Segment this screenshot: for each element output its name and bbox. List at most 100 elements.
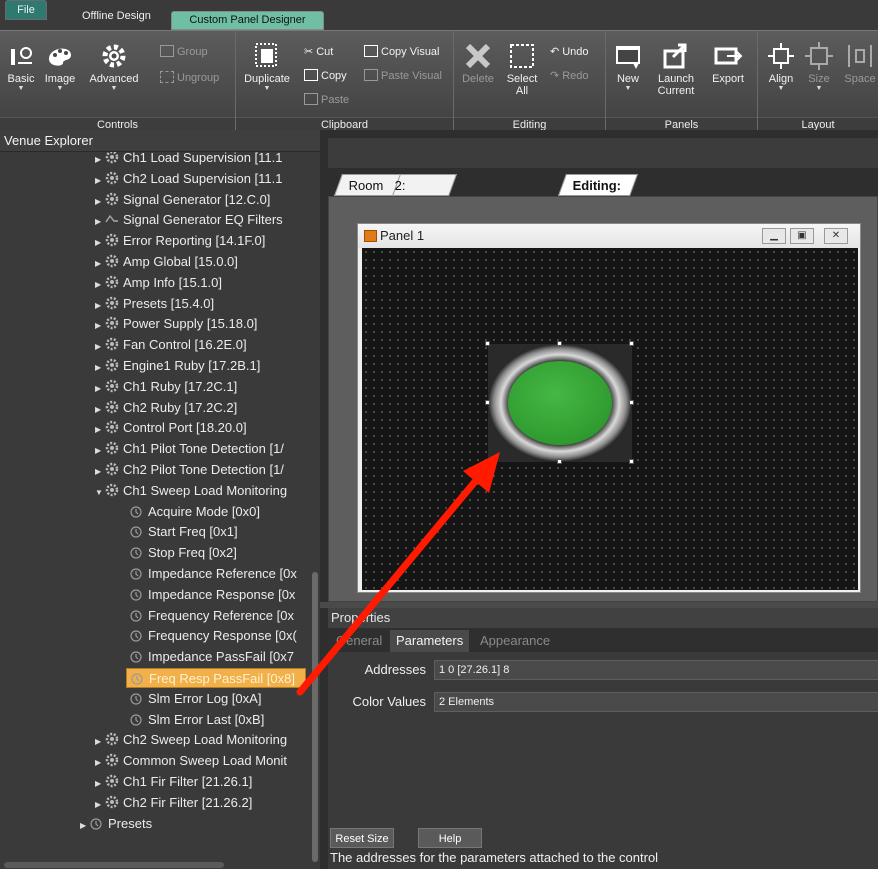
tree-item[interactable]: ▶ Presets [15.4.0] (95, 294, 214, 314)
tree-item[interactable]: ▶ Control Port [18.20.0] (95, 418, 247, 438)
file-tab[interactable]: File (5, 0, 47, 20)
expand-arrow-icon[interactable]: ▶ (95, 420, 105, 440)
duplicate-button[interactable]: Duplicate ▼ (240, 41, 294, 93)
resize-handle[interactable] (629, 459, 634, 464)
expand-arrow-icon[interactable]: ▶ (95, 462, 105, 482)
tree-item[interactable]: Impedance PassFail [0x7 (130, 647, 294, 667)
expand-arrow-icon[interactable]: ▶ (95, 441, 105, 461)
collapse-arrow-icon[interactable]: ▼ (95, 483, 105, 503)
scroll-thumb[interactable] (312, 572, 318, 862)
tree-item[interactable]: ▶ Ch1 Pilot Tone Detection [1/ (95, 439, 284, 459)
tree-item[interactable]: ▶ Ch2 Load Supervision [11.1 (95, 169, 282, 189)
tree-item[interactable]: Impedance Reference [0x (130, 564, 297, 584)
tree-item[interactable]: ▶ Signal Generator EQ Filters (95, 210, 283, 230)
offline-design-tab[interactable]: Offline Design (70, 4, 163, 30)
design-canvas-area[interactable]: Panel 1 ▁ ▣ ✕ (328, 196, 878, 602)
align-button[interactable]: Align ▼ (764, 41, 798, 93)
tree-item[interactable]: Frequency Response [0x( (130, 626, 297, 646)
panel-canvas[interactable] (362, 248, 858, 590)
expand-arrow-icon[interactable]: ▶ (95, 152, 105, 170)
paste-visual-button[interactable]: Paste Visual (364, 69, 442, 82)
tree-item[interactable]: ▶ Ch2 Sweep Load Monitoring (95, 730, 287, 750)
expand-arrow-icon[interactable]: ▶ (95, 192, 105, 212)
expand-arrow-icon[interactable]: ▶ (95, 732, 105, 752)
tree-item[interactable]: ▶ Common Sweep Load Monit (95, 751, 287, 771)
expand-arrow-icon[interactable]: ▶ (95, 379, 105, 399)
panel-window[interactable]: Panel 1 ▁ ▣ ✕ (357, 223, 861, 593)
image-button[interactable]: Image ▼ (42, 41, 78, 93)
size-button[interactable]: Size ▼ (802, 41, 836, 93)
copy-button[interactable]: Copy (304, 69, 347, 82)
tree-item[interactable]: Stop Freq [0x2] (130, 543, 237, 563)
tree-item[interactable]: ▶ Ch1 Load Supervision [11.1 (95, 152, 282, 168)
tab-room-1[interactable]: Room 1 (333, 174, 401, 215)
tree-item[interactable]: ▶ Ch2 Ruby [17.2C.2] (95, 398, 237, 418)
tree-item[interactable]: ▶ Ch2 Fir Filter [21.26.2] (95, 793, 252, 813)
maximize-icon[interactable]: ▣ (790, 228, 814, 244)
tree-item[interactable]: ▼ Ch1 Sweep Load Monitoring (95, 481, 287, 501)
cut-button[interactable]: ✂ Cut (304, 45, 333, 58)
tree-item[interactable]: ▶ Error Reporting [14.1F.0] (95, 231, 265, 251)
expand-arrow-icon[interactable]: ▶ (80, 816, 90, 836)
expand-arrow-icon[interactable]: ▶ (95, 358, 105, 378)
tree-item[interactable]: Acquire Mode [0x0] (130, 502, 260, 522)
tree-item[interactable]: Start Freq [0x1] (130, 522, 238, 542)
reset-size-button[interactable]: Reset Size (330, 828, 394, 848)
redo-button[interactable]: ↷ Redo (550, 69, 589, 82)
resize-handle[interactable] (557, 341, 562, 346)
tree-item[interactable]: ▶ Power Supply [15.18.0] (95, 314, 257, 334)
resize-handle[interactable] (485, 400, 490, 405)
tab-general[interactable]: General (330, 630, 388, 652)
scroll-thumb[interactable] (4, 862, 224, 868)
copy-visual-button[interactable]: Copy Visual (364, 45, 440, 58)
tree-item[interactable]: ▶ Ch1 Ruby [17.2C.1] (95, 377, 237, 397)
tab-parameters[interactable]: Parameters (390, 630, 470, 652)
tree-item[interactable]: ▶ Presets (80, 814, 152, 834)
vertical-scrollbar[interactable] (311, 152, 320, 869)
tab-device-audio[interactable]: 2: BLU-160-1 - Audio (391, 174, 458, 281)
ungroup-button[interactable]: Ungroup (160, 71, 219, 84)
advanced-button[interactable]: Advanced ▼ (84, 41, 144, 93)
close-icon[interactable]: ✕ (824, 228, 848, 244)
tree-item[interactable]: Slm Error Log [0xA] (130, 689, 261, 709)
tree-item[interactable]: ▶ Amp Global [15.0.0] (95, 252, 238, 272)
group-button[interactable]: Group (160, 45, 208, 58)
expand-arrow-icon[interactable]: ▶ (95, 400, 105, 420)
resize-handle[interactable] (557, 459, 562, 464)
help-button[interactable]: Help (418, 828, 482, 848)
basic-button[interactable]: Basic ▼ (4, 41, 38, 93)
venue-tree[interactable]: ▶ Ch1 Load Supervision [11.1 ▶ Ch2 Load Sup… (0, 152, 310, 869)
expand-arrow-icon[interactable]: ▶ (95, 233, 105, 253)
addresses-field[interactable]: 1 0 [27.26.1] 8 (434, 660, 878, 680)
tree-item[interactable]: ▶ Amp Info [15.1.0] (95, 273, 222, 293)
tree-item[interactable]: ▶ Signal Generator [12.C.0] (95, 190, 270, 210)
expand-arrow-icon[interactable]: ▶ (95, 337, 105, 357)
expand-arrow-icon[interactable]: ▶ (95, 275, 105, 295)
panel-title-bar[interactable]: Panel 1 ▁ ▣ ✕ (358, 224, 860, 248)
tree-item[interactable]: ▶ Engine1 Ruby [17.2B.1] (95, 356, 260, 376)
tree-item-selected[interactable]: Freq Resp PassFail [0x8] (126, 668, 306, 688)
tab-editing-panel-1[interactable]: Editing: Panel 1 (557, 174, 639, 215)
tab-appearance[interactable]: Appearance (474, 630, 556, 652)
tree-item[interactable]: ▶ Ch1 Fir Filter [21.26.1] (95, 772, 252, 792)
tree-item[interactable]: ▶ Ch2 Pilot Tone Detection [1/ (95, 460, 284, 480)
tree-item[interactable]: Impedance Response [0x (130, 585, 295, 605)
undo-button[interactable]: ↶ Undo (550, 45, 589, 58)
color-values-field[interactable]: 2 Elements (434, 692, 878, 712)
tree-item[interactable]: Slm Error Last [0xB] (130, 710, 264, 730)
resize-handle[interactable] (485, 459, 490, 464)
resize-handle[interactable] (629, 341, 634, 346)
expand-arrow-icon[interactable]: ▶ (95, 171, 105, 191)
led-indicator-control[interactable] (485, 341, 634, 464)
launch-current-button[interactable]: Launch Current (650, 41, 702, 97)
expand-arrow-icon[interactable]: ▶ (95, 316, 105, 336)
delete-button[interactable]: Delete (458, 41, 498, 85)
expand-arrow-icon[interactable]: ▶ (95, 753, 105, 773)
expand-arrow-icon[interactable]: ▶ (95, 212, 105, 232)
expand-arrow-icon[interactable]: ▶ (95, 296, 105, 316)
new-panel-button[interactable]: New ▼ (610, 41, 646, 93)
expand-arrow-icon[interactable]: ▶ (95, 795, 105, 815)
expand-arrow-icon[interactable]: ▶ (95, 254, 105, 274)
export-button[interactable]: Export (706, 41, 750, 85)
resize-handle[interactable] (485, 341, 490, 346)
